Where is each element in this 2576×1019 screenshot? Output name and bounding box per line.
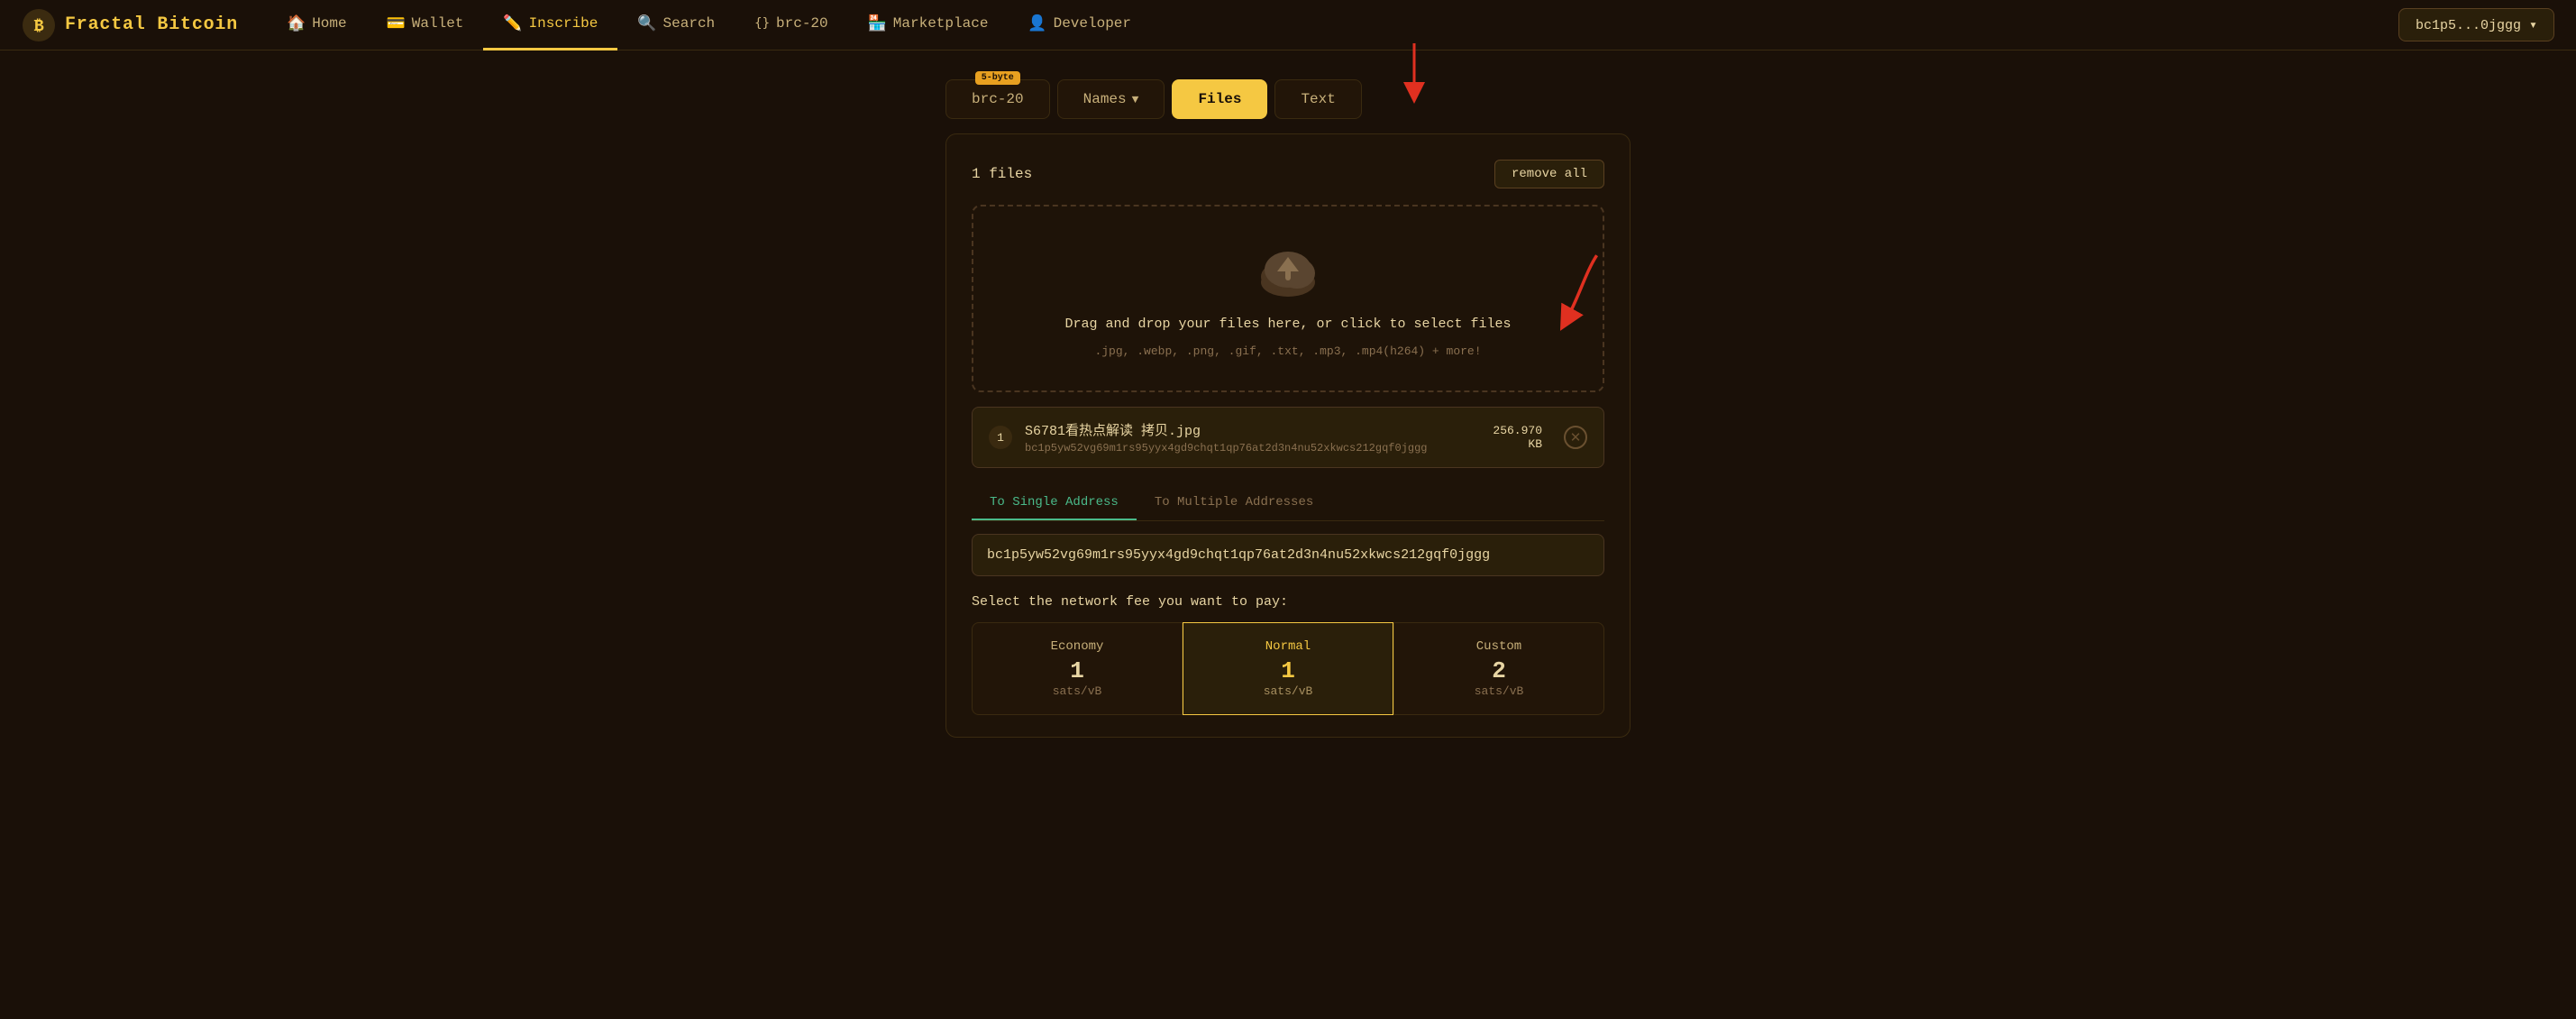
- wallet-connect-button[interactable]: bc1p5...0jggg ▾: [2398, 8, 2554, 41]
- file-drop-zone[interactable]: Drag and drop your files here, or click …: [972, 205, 1604, 392]
- inscribe-tabs: 5-byte brc-20 Names ▼ Files Text: [945, 79, 1631, 119]
- search-icon: 🔍: [637, 14, 656, 33]
- nav-developer[interactable]: 👤 Developer: [1008, 0, 1151, 50]
- fee-normal[interactable]: Normal 1 sats/vB: [1183, 622, 1393, 715]
- nav-items: 🏠 Home 💳 Wallet ✏️ Inscribe 🔍 Search {} …: [267, 0, 2398, 50]
- addr-tab-multiple[interactable]: To Multiple Addresses: [1137, 486, 1331, 520]
- fractal-bitcoin-logo-icon: ₿: [22, 8, 56, 42]
- file-address: bc1p5yw52vg69m1rs95yyx4gd9chqt1qp76at2d3…: [1025, 442, 1480, 454]
- file-name: S6781看热点解读 拷贝.jpg: [1025, 420, 1480, 439]
- file-info: S6781看热点解读 拷贝.jpg bc1p5yw52vg69m1rs95yyx…: [1025, 420, 1480, 454]
- content-wrapper: 5-byte brc-20 Names ▼ Files Text: [945, 79, 1631, 738]
- fee-custom-unit: sats/vB: [1403, 684, 1594, 698]
- nav-wallet-label: Wallet: [412, 15, 464, 32]
- tab-brc20[interactable]: 5-byte brc-20: [945, 79, 1050, 119]
- fee-options: Economy 1 sats/vB Normal 1 sats/vB Custo…: [972, 622, 1604, 715]
- wallet-icon: 💳: [387, 14, 406, 33]
- nav-logo[interactable]: ₿ Fractal Bitcoin: [22, 8, 238, 42]
- fee-economy-name: Economy: [982, 639, 1173, 654]
- file-size: 256.970 KB: [1493, 424, 1542, 451]
- files-count-label: 1 files: [972, 166, 1032, 182]
- wallet-address-text: bc1p5...0jggg ▾: [2416, 16, 2537, 33]
- tab-files-label: Files: [1198, 91, 1241, 107]
- nav-home[interactable]: 🏠 Home: [267, 0, 367, 50]
- drop-formats: .jpg, .webp, .png, .gif, .txt, .mp3, .mp…: [1094, 344, 1481, 358]
- dropzone-wrapper: Drag and drop your files here, or click …: [972, 205, 1604, 392]
- inscribe-icon: ✏️: [503, 14, 522, 33]
- nav-brc20-label: brc-20: [776, 15, 828, 32]
- upload-cloud-icon: [1256, 244, 1320, 298]
- upload-icon-wrap: [1256, 239, 1320, 304]
- fee-custom[interactable]: Custom 2 sats/vB: [1393, 622, 1604, 715]
- marketplace-icon: 🏪: [868, 14, 887, 33]
- remove-all-button[interactable]: remove all: [1494, 160, 1604, 188]
- tab-names-label: Names: [1083, 91, 1127, 107]
- address-input[interactable]: [972, 534, 1604, 576]
- chevron-down-icon: ▼: [1132, 93, 1139, 106]
- brc20-icon: {}: [754, 16, 770, 31]
- main-content: 5-byte brc-20 Names ▼ Files Text: [0, 50, 2576, 781]
- drop-text: Drag and drop your files here, or click …: [1064, 317, 1511, 332]
- fee-economy-unit: sats/vB: [982, 684, 1173, 698]
- tab-brc20-label: brc-20: [972, 91, 1024, 107]
- nav-marketplace-label: Marketplace: [893, 15, 989, 32]
- nav-wallet[interactable]: 💳 Wallet: [367, 0, 484, 50]
- nav-brand-text: Fractal Bitcoin: [65, 14, 238, 35]
- file-remove-button[interactable]: ✕: [1564, 426, 1587, 449]
- fee-normal-value: 1: [1192, 659, 1384, 683]
- developer-icon: 👤: [1028, 14, 1046, 33]
- nav-home-label: Home: [312, 15, 346, 32]
- tab-text[interactable]: Text: [1274, 79, 1361, 119]
- fee-economy[interactable]: Economy 1 sats/vB: [972, 622, 1183, 715]
- nav-brc20[interactable]: {} brc-20: [735, 0, 847, 50]
- fee-custom-name: Custom: [1403, 639, 1594, 654]
- fee-normal-name: Normal: [1192, 639, 1384, 654]
- inscribe-card: 1 files remove all: [945, 133, 1631, 738]
- fee-custom-value: 2: [1403, 659, 1594, 683]
- navbar: ₿ Fractal Bitcoin 🏠 Home 💳 Wallet ✏️ Ins…: [0, 0, 2576, 50]
- fee-section-label: Select the network fee you want to pay:: [972, 594, 1604, 610]
- nav-inscribe-label: Inscribe: [529, 15, 598, 32]
- nav-marketplace[interactable]: 🏪 Marketplace: [848, 0, 1009, 50]
- svg-text:₿: ₿: [34, 18, 44, 36]
- file-size-value: 256.970: [1493, 424, 1542, 437]
- file-number: 1: [989, 426, 1012, 449]
- tabs-section: 5-byte brc-20 Names ▼ Files Text: [945, 79, 1631, 119]
- nav-search-label: Search: [663, 15, 716, 32]
- fee-normal-unit: sats/vB: [1192, 684, 1384, 698]
- home-icon: 🏠: [287, 14, 306, 33]
- tab-text-label: Text: [1301, 91, 1335, 107]
- card-header: 1 files remove all: [972, 160, 1604, 188]
- nav-inscribe[interactable]: ✏️ Inscribe: [483, 0, 617, 50]
- tab-names[interactable]: Names ▼: [1057, 79, 1165, 119]
- tab-files[interactable]: Files: [1172, 79, 1267, 119]
- nav-developer-label: Developer: [1054, 15, 1131, 32]
- file-size-unit: KB: [1528, 437, 1542, 451]
- address-tabs: To Single Address To Multiple Addresses: [972, 486, 1604, 521]
- nav-search[interactable]: 🔍 Search: [617, 0, 735, 50]
- fee-economy-value: 1: [982, 659, 1173, 683]
- file-list-item: 1 S6781看热点解读 拷贝.jpg bc1p5yw52vg69m1rs95y…: [972, 407, 1604, 468]
- brc20-badge: 5-byte: [975, 71, 1020, 85]
- addr-tab-single[interactable]: To Single Address: [972, 486, 1137, 520]
